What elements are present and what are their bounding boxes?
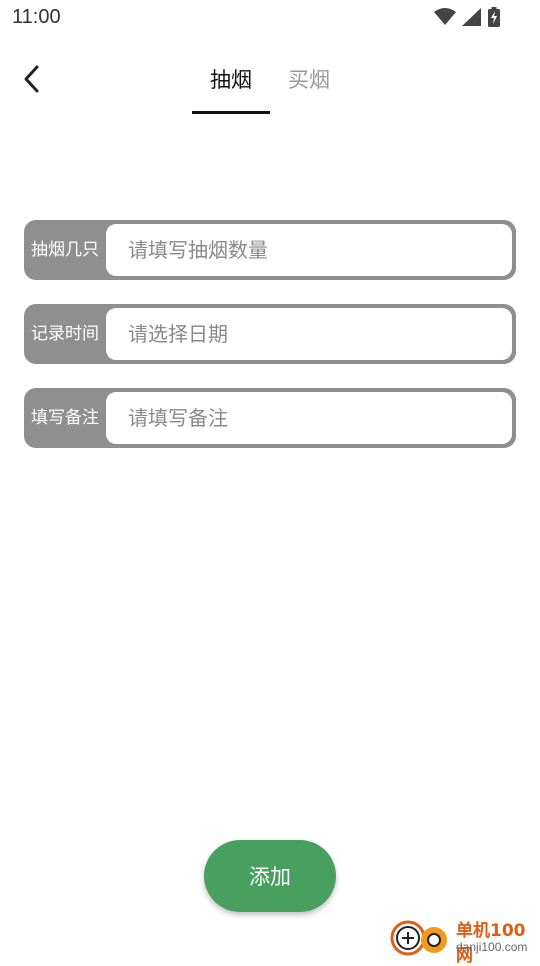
smoke-count-row: 抽烟几只: [24, 220, 516, 280]
smoke-count-label: 抽烟几只: [31, 240, 99, 260]
note-row: 填写备注: [24, 388, 516, 448]
record-time-box: [106, 308, 512, 360]
smoke-count-box: [106, 224, 512, 276]
watermark-url: danji100.com: [456, 940, 528, 954]
note-label: 填写备注: [31, 408, 99, 428]
record-time-label: 记录时间: [31, 324, 99, 344]
add-button[interactable]: 添加: [204, 840, 336, 912]
tab-indicator: [192, 111, 270, 114]
signal-icon: [462, 8, 482, 30]
status-bar: 11:00: [0, 0, 540, 36]
watermark-logo-icon: [390, 920, 447, 956]
date-picker-input[interactable]: [128, 308, 498, 360]
smoke-count-input[interactable]: [128, 224, 498, 276]
record-time-row: 记录时间: [24, 304, 516, 364]
note-input[interactable]: [128, 392, 498, 444]
chevron-left-icon: [24, 65, 39, 93]
tab-smoke[interactable]: 抽烟: [210, 64, 252, 94]
back-button[interactable]: [18, 62, 48, 96]
tab-buy[interactable]: 买烟: [288, 64, 330, 94]
battery-charging-icon: [488, 7, 500, 31]
status-icons: [434, 7, 500, 31]
watermark: 单机100网 danji100.com: [388, 914, 538, 966]
status-time: 11:00: [12, 6, 61, 28]
wifi-icon: [434, 8, 456, 30]
note-box: [106, 392, 512, 444]
